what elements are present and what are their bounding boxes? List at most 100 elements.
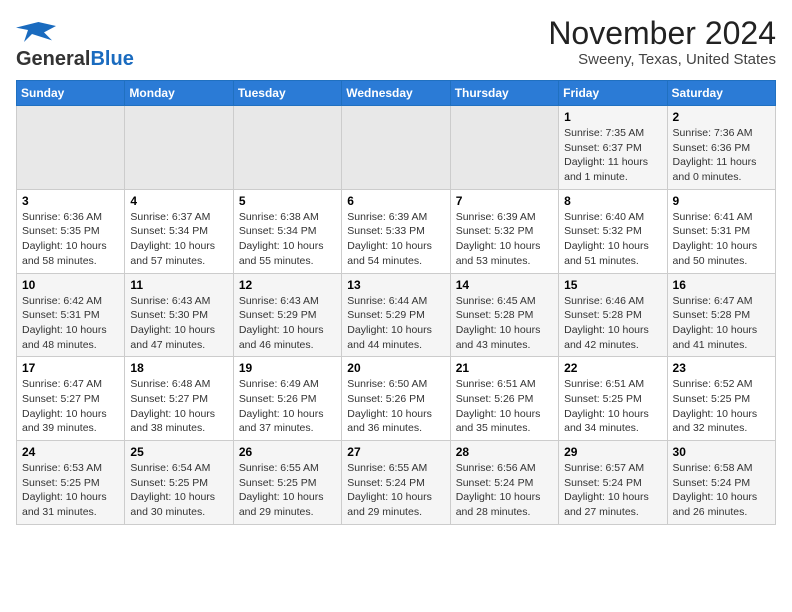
logo-icon — [16, 16, 56, 48]
calendar-cell: 28Sunrise: 6:56 AM Sunset: 5:24 PM Dayli… — [450, 441, 558, 525]
calendar-cell: 17 Sunrise: 6:47 AM Sunset: 5:27 PM Dayli… — [17, 357, 125, 441]
day-number: 13 — [347, 278, 444, 292]
calendar-cell: 2Sunrise: 7:36 AM Sunset: 6:36 PM Daylig… — [667, 106, 775, 190]
day-info: Sunrise: 6:37 AM Sunset: 5:34 PM Dayligh… — [130, 210, 227, 269]
day-info: Sunrise: 6:43 AM Sunset: 5:30 PM Dayligh… — [130, 294, 227, 353]
day-number: 20 — [347, 361, 444, 375]
weekday-header-monday: Monday — [125, 81, 233, 106]
weekday-header-wednesday: Wednesday — [342, 81, 450, 106]
day-info: Sunrise: 6:47 AM Sunset: 5:27 PM Dayligh… — [22, 377, 119, 436]
calendar-cell: 25Sunrise: 6:54 AM Sunset: 5:25 PM Dayli… — [125, 441, 233, 525]
day-number: 1 — [564, 110, 661, 124]
calendar-cell: 15Sunrise: 6:46 AM Sunset: 5:28 PM Dayli… — [559, 273, 667, 357]
calendar-cell — [233, 106, 341, 190]
calendar-cell: 14 Sunrise: 6:45 AM Sunset: 5:28 PM Dayli… — [450, 273, 558, 357]
calendar-cell: 20 Sunrise: 6:50 AM Sunset: 5:26 PM Dayli… — [342, 357, 450, 441]
day-number: 17 — [22, 361, 119, 375]
day-number: 7 — [456, 194, 553, 208]
calendar-cell — [450, 106, 558, 190]
weekday-header-tuesday: Tuesday — [233, 81, 341, 106]
weekday-header-friday: Friday — [559, 81, 667, 106]
day-number: 21 — [456, 361, 553, 375]
day-number: 8 — [564, 194, 661, 208]
calendar-week-2: 3 Sunrise: 6:36 AM Sunset: 5:35 PM Daylig… — [17, 189, 776, 273]
day-info: Sunrise: 6:57 AM Sunset: 5:24 PM Dayligh… — [564, 461, 661, 520]
day-info: Sunrise: 6:49 AM Sunset: 5:26 PM Dayligh… — [239, 377, 336, 436]
calendar-cell: 9 Sunrise: 6:41 AM Sunset: 5:31 PM Daylig… — [667, 189, 775, 273]
day-info: Sunrise: 6:41 AM Sunset: 5:31 PM Dayligh… — [673, 210, 770, 269]
logo-general: General — [16, 48, 90, 70]
day-number: 12 — [239, 278, 336, 292]
calendar-table: SundayMondayTuesdayWednesdayThursdayFrid… — [16, 80, 776, 525]
day-info: Sunrise: 7:36 AM Sunset: 6:36 PM Dayligh… — [673, 126, 770, 185]
day-number: 3 — [22, 194, 119, 208]
day-info: Sunrise: 6:52 AM Sunset: 5:25 PM Dayligh… — [673, 377, 770, 436]
day-number: 23 — [673, 361, 770, 375]
day-number: 30 — [673, 445, 770, 459]
calendar-cell: 27Sunrise: 6:55 AM Sunset: 5:24 PM Dayli… — [342, 441, 450, 525]
day-info: Sunrise: 6:36 AM Sunset: 5:35 PM Dayligh… — [22, 210, 119, 269]
calendar-cell: 26Sunrise: 6:55 AM Sunset: 5:25 PM Dayli… — [233, 441, 341, 525]
day-number: 19 — [239, 361, 336, 375]
calendar-cell: 7 Sunrise: 6:39 AM Sunset: 5:32 PM Daylig… — [450, 189, 558, 273]
day-number: 11 — [130, 278, 227, 292]
calendar-body: 1 Sunrise: 7:35 AM Sunset: 6:37 PM Daylig… — [17, 106, 776, 525]
day-info: Sunrise: 6:51 AM Sunset: 5:26 PM Dayligh… — [456, 377, 553, 436]
day-info: Sunrise: 6:48 AM Sunset: 5:27 PM Dayligh… — [130, 377, 227, 436]
calendar-cell — [125, 106, 233, 190]
day-info: Sunrise: 7:35 AM Sunset: 6:37 PM Dayligh… — [564, 126, 661, 185]
weekday-header-saturday: Saturday — [667, 81, 775, 106]
calendar-cell: 16 Sunrise: 6:47 AM Sunset: 5:28 PM Dayli… — [667, 273, 775, 357]
weekday-header-thursday: Thursday — [450, 81, 558, 106]
day-info: Sunrise: 6:42 AM Sunset: 5:31 PM Dayligh… — [22, 294, 119, 353]
calendar-week-1: 1 Sunrise: 7:35 AM Sunset: 6:37 PM Daylig… — [17, 106, 776, 190]
calendar-cell: 29 Sunrise: 6:57 AM Sunset: 5:24 PM Dayli… — [559, 441, 667, 525]
calendar-week-4: 17 Sunrise: 6:47 AM Sunset: 5:27 PM Dayli… — [17, 357, 776, 441]
day-number: 29 — [564, 445, 661, 459]
calendar-cell: 10 Sunrise: 6:42 AM Sunset: 5:31 PM Dayli… — [17, 273, 125, 357]
calendar-location: Sweeny, Texas, United States — [548, 51, 776, 68]
logo-blue: Blue — [90, 48, 133, 70]
day-info: Sunrise: 6:46 AM Sunset: 5:28 PM Dayligh… — [564, 294, 661, 353]
calendar-header: SundayMondayTuesdayWednesdayThursdayFrid… — [17, 81, 776, 106]
day-info: Sunrise: 6:44 AM Sunset: 5:29 PM Dayligh… — [347, 294, 444, 353]
calendar-cell: 30 Sunrise: 6:58 AM Sunset: 5:24 PM Dayli… — [667, 441, 775, 525]
day-info: Sunrise: 6:56 AM Sunset: 5:24 PM Dayligh… — [456, 461, 553, 520]
day-number: 16 — [673, 278, 770, 292]
day-number: 4 — [130, 194, 227, 208]
calendar-week-3: 10 Sunrise: 6:42 AM Sunset: 5:31 PM Dayli… — [17, 273, 776, 357]
calendar-cell: 4 Sunrise: 6:37 AM Sunset: 5:34 PM Daylig… — [125, 189, 233, 273]
calendar-week-5: 24Sunrise: 6:53 AM Sunset: 5:25 PM Dayli… — [17, 441, 776, 525]
calendar-title-block: November 2024 Sweeny, Texas, United Stat… — [548, 16, 776, 68]
day-info: Sunrise: 6:58 AM Sunset: 5:24 PM Dayligh… — [673, 461, 770, 520]
calendar-month-year: November 2024 — [548, 16, 776, 51]
calendar-cell: 1 Sunrise: 7:35 AM Sunset: 6:37 PM Daylig… — [559, 106, 667, 190]
calendar-cell — [342, 106, 450, 190]
day-number: 10 — [22, 278, 119, 292]
calendar-cell: 3 Sunrise: 6:36 AM Sunset: 5:35 PM Daylig… — [17, 189, 125, 273]
calendar-cell — [17, 106, 125, 190]
weekday-header-sunday: Sunday — [17, 81, 125, 106]
day-number: 25 — [130, 445, 227, 459]
calendar-cell: 11 Sunrise: 6:43 AM Sunset: 5:30 PM Dayli… — [125, 273, 233, 357]
day-info: Sunrise: 6:45 AM Sunset: 5:28 PM Dayligh… — [456, 294, 553, 353]
calendar-cell: 13 Sunrise: 6:44 AM Sunset: 5:29 PM Dayli… — [342, 273, 450, 357]
calendar-cell: 22Sunrise: 6:51 AM Sunset: 5:25 PM Dayli… — [559, 357, 667, 441]
day-number: 24 — [22, 445, 119, 459]
day-number: 6 — [347, 194, 444, 208]
day-info: Sunrise: 6:55 AM Sunset: 5:25 PM Dayligh… — [239, 461, 336, 520]
day-info: Sunrise: 6:55 AM Sunset: 5:24 PM Dayligh… — [347, 461, 444, 520]
day-info: Sunrise: 6:50 AM Sunset: 5:26 PM Dayligh… — [347, 377, 444, 436]
calendar-cell: 21 Sunrise: 6:51 AM Sunset: 5:26 PM Dayli… — [450, 357, 558, 441]
day-info: Sunrise: 6:39 AM Sunset: 5:33 PM Dayligh… — [347, 210, 444, 269]
day-info: Sunrise: 6:47 AM Sunset: 5:28 PM Dayligh… — [673, 294, 770, 353]
logo: GeneralBlue — [16, 16, 134, 70]
calendar-cell: 18Sunrise: 6:48 AM Sunset: 5:27 PM Dayli… — [125, 357, 233, 441]
calendar-cell: 24Sunrise: 6:53 AM Sunset: 5:25 PM Dayli… — [17, 441, 125, 525]
day-info: Sunrise: 6:39 AM Sunset: 5:32 PM Dayligh… — [456, 210, 553, 269]
calendar-cell: 5Sunrise: 6:38 AM Sunset: 5:34 PM Daylig… — [233, 189, 341, 273]
day-number: 9 — [673, 194, 770, 208]
page-header: GeneralBlue November 2024 Sweeny, Texas,… — [16, 16, 776, 70]
day-info: Sunrise: 6:40 AM Sunset: 5:32 PM Dayligh… — [564, 210, 661, 269]
day-number: 14 — [456, 278, 553, 292]
